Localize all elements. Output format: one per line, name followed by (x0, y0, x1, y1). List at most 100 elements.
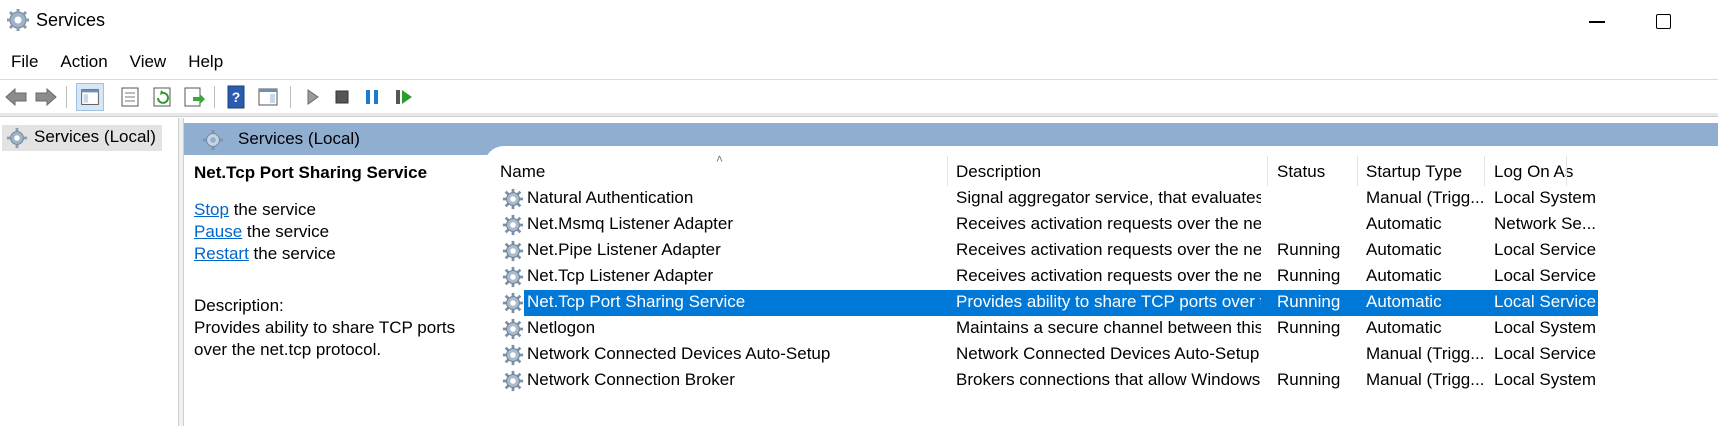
menu-bar: File Action View Help (0, 48, 234, 78)
column-header-description[interactable]: Description (956, 162, 1041, 182)
service-log-on-as: Network Se... (1494, 214, 1597, 233)
restart-link[interactable]: Restart (194, 244, 249, 263)
gear-icon (502, 188, 524, 210)
table-row[interactable]: Network Connected Devices Auto-Setup Netw… (484, 342, 1718, 368)
service-startup-type: Manual (Trigg... (1366, 344, 1484, 363)
column-separator[interactable] (1357, 156, 1358, 186)
menu-action[interactable]: Action (49, 48, 118, 76)
description-text: Provides ability to share TCP ports over… (194, 318, 456, 359)
help-icon[interactable]: ? (222, 83, 250, 111)
service-description: Receives activation requests over the ne… (956, 240, 1261, 259)
column-header-startup-type[interactable]: Startup Type (1366, 162, 1462, 182)
service-description: Receives activation requests over the ne… (956, 214, 1261, 233)
service-description: Network Connected Devices Auto-Setup ... (956, 344, 1261, 363)
title-bar: Services (0, 0, 1718, 42)
table-row[interactable]: Netlogon Maintains a secure channel betwe… (484, 316, 1718, 342)
table-row[interactable]: Natural Authentication Signal aggregator … (484, 186, 1718, 212)
table-row[interactable]: Net.Tcp Port Sharing Service Provides abi… (502, 290, 1598, 316)
service-description: Receives activation requests over the ne… (956, 266, 1261, 285)
column-header-log-on-as[interactable]: Log On As (1494, 162, 1573, 182)
stop-link[interactable]: Stop (194, 200, 229, 219)
table-row[interactable]: Network Connection Broker Brokers connect… (484, 368, 1718, 394)
window-title: Services (36, 10, 106, 30)
service-log-on-as: Local System (1494, 188, 1597, 207)
gear-icon (502, 370, 524, 392)
gear-icon (502, 292, 524, 314)
service-startup-type: Automatic (1366, 292, 1442, 311)
tree-item-services-local[interactable]: Services (Local) (2, 125, 162, 151)
service-status: Running (1277, 370, 1341, 389)
show-hide-console-tree-icon[interactable] (76, 83, 104, 111)
column-separator[interactable] (1484, 156, 1485, 186)
service-log-on-as: Local Service (1494, 344, 1597, 363)
service-status: Running (1277, 318, 1341, 337)
service-description: Provides ability to share TCP ports over… (956, 292, 1261, 311)
toolbar-separator (66, 86, 67, 108)
pause-service-icon[interactable] (358, 83, 386, 111)
service-log-on-as: Local System (1494, 370, 1597, 389)
service-description: Maintains a secure channel between this … (956, 318, 1261, 337)
back-arrow-icon[interactable] (2, 83, 30, 111)
tree-item-label: Services (Local) (34, 127, 156, 146)
service-name: Net.Msmq Listener Adapter (527, 214, 733, 233)
restart-service-icon[interactable] (390, 83, 418, 111)
gear-icon (502, 266, 524, 288)
service-startup-type: Automatic (1366, 266, 1442, 285)
service-startup-type: Automatic (1366, 318, 1442, 337)
service-status: Running (1277, 292, 1341, 311)
service-name: Net.Tcp Listener Adapter (527, 266, 714, 285)
svg-text:?: ? (232, 89, 241, 105)
export-list-icon[interactable] (180, 83, 208, 111)
stop-service-icon[interactable] (328, 83, 356, 111)
service-status: Running (1277, 266, 1341, 285)
menu-file[interactable]: File (0, 48, 49, 76)
column-separator[interactable] (1267, 156, 1268, 186)
service-name: Net.Tcp Port Sharing Service (527, 292, 746, 311)
services-gear-icon (202, 129, 224, 151)
services-gear-icon (7, 9, 29, 31)
console-tree: Services (Local) (0, 118, 178, 426)
table-row[interactable]: Net.Pipe Listener Adapter Receives activa… (484, 238, 1718, 264)
toolbar-separator (214, 86, 215, 108)
show-hide-action-pane-icon[interactable] (254, 83, 282, 111)
column-separator[interactable] (947, 156, 948, 186)
stop-action: Stop the service (194, 199, 484, 221)
service-description: Signal aggregator service, that evaluate… (956, 188, 1261, 207)
service-name: Network Connection Broker (527, 370, 735, 389)
service-name: Netlogon (527, 318, 596, 337)
service-name: Natural Authentication (527, 188, 694, 207)
maximize-button[interactable] (1646, 4, 1680, 38)
table-body: Natural Authentication Signal aggregator … (484, 186, 1718, 394)
header-title: Services (Local) (238, 129, 360, 148)
gear-icon (502, 344, 524, 366)
column-separator[interactable] (1566, 156, 1567, 186)
properties-icon[interactable] (116, 83, 144, 111)
description-label: Description: (194, 296, 284, 315)
pause-action-text: the service (242, 222, 330, 241)
toolbar-border (0, 113, 1718, 117)
forward-arrow-icon[interactable] (32, 83, 60, 111)
service-details-panel: Net.Tcp Port Sharing Service Stop the se… (194, 162, 484, 361)
service-name: Net.Pipe Listener Adapter (527, 240, 721, 259)
service-log-on-as: Local System (1494, 318, 1597, 337)
main-pane: Services (Local) Net.Tcp Port Sharing Se… (184, 118, 1718, 426)
refresh-icon[interactable] (148, 83, 176, 111)
gear-icon (502, 214, 524, 236)
table-header: ˄ Name Description Status Startup Type L… (484, 152, 1718, 186)
minimize-button[interactable] (1580, 4, 1614, 38)
menu-help[interactable]: Help (177, 48, 234, 76)
column-header-status[interactable]: Status (1277, 162, 1325, 182)
stop-action-text: the service (228, 200, 316, 219)
table-row[interactable]: Net.Tcp Listener Adapter Receives activat… (484, 264, 1718, 290)
pause-link[interactable]: Pause (194, 222, 242, 241)
start-service-icon[interactable] (298, 83, 326, 111)
service-status: Running (1277, 240, 1341, 259)
service-startup-type: Manual (Trigg... (1366, 188, 1484, 207)
pause-action: Pause the service (194, 221, 484, 243)
menu-view[interactable]: View (119, 48, 178, 76)
services-gear-icon (6, 127, 28, 149)
toolbar-separator (290, 86, 291, 108)
restart-action: Restart the service (194, 243, 484, 265)
table-row[interactable]: Net.Msmq Listener Adapter Receives activa… (484, 212, 1718, 238)
column-header-name[interactable]: Name (500, 162, 545, 182)
